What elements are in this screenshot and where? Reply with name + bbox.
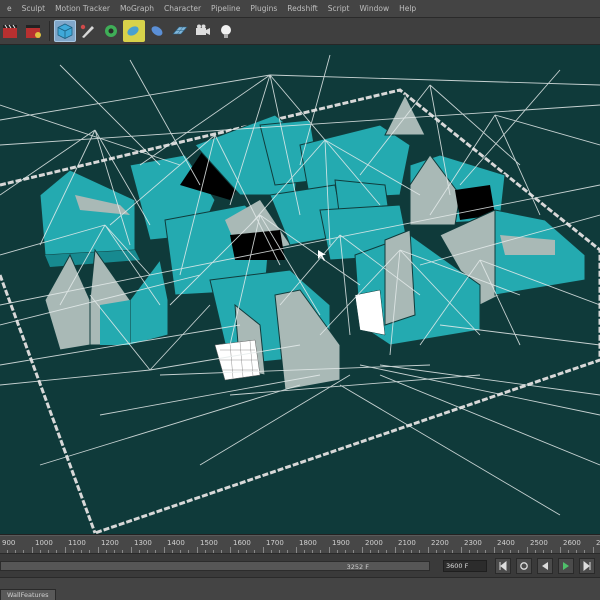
toolbar-separator [49, 21, 50, 41]
ruler-label: 1300 [134, 539, 152, 547]
ruler-label: 2500 [530, 539, 548, 547]
goto-start-icon[interactable] [495, 558, 511, 574]
frame-range-slider[interactable]: 3252 F [0, 561, 430, 571]
ruler-label: 1900 [332, 539, 350, 547]
ruler-label: 1600 [233, 539, 251, 547]
clapper-icon[interactable] [0, 20, 22, 42]
ruler-label: 1800 [299, 539, 317, 547]
playback-bar: 3252 F 3600 F [0, 553, 600, 577]
gear-object-icon[interactable] [100, 20, 122, 42]
play-forward-icon[interactable] [558, 558, 574, 574]
ruler-label: 1500 [200, 539, 218, 547]
light-icon[interactable] [215, 20, 237, 42]
tab-wallfeatures[interactable]: WallFeatures [0, 589, 56, 600]
ruler-label: 1700 [266, 539, 284, 547]
timeline-ruler[interactable]: 900 1000 1100 1200 1300 1400 1500 1600 1700 1800 1… [0, 535, 600, 553]
viewport[interactable] [0, 45, 600, 535]
menu-item-character[interactable]: Character [159, 0, 206, 18]
menu-item-mograph[interactable]: MoGraph [115, 0, 159, 18]
cube-icon[interactable] [54, 20, 76, 42]
menu-item-help[interactable]: Help [394, 0, 421, 18]
play-backward-icon[interactable] [537, 558, 553, 574]
clapper-record-icon[interactable] [23, 20, 45, 42]
deformer-icon[interactable] [123, 20, 145, 42]
goto-end-icon[interactable] [579, 558, 595, 574]
camera-icon[interactable] [192, 20, 214, 42]
loop-icon[interactable] [516, 558, 532, 574]
menu-item-window[interactable]: Window [355, 0, 395, 18]
scene-canvas[interactable] [0, 45, 600, 535]
ruler-label: 900 [2, 539, 16, 547]
ruler-label: 1100 [68, 539, 86, 547]
ruler-label: 2700 [596, 539, 600, 547]
menu-item-e[interactable]: e [2, 0, 17, 18]
ruler-label: 2100 [398, 539, 416, 547]
bottom-tab-bar: WallFeatures [0, 577, 600, 600]
menu-item-script[interactable]: Script [323, 0, 355, 18]
menu-item-plugins[interactable]: Plugins [245, 0, 282, 18]
floor-icon[interactable] [169, 20, 191, 42]
menu-item-redshift[interactable]: Redshift [282, 0, 322, 18]
nurbs-icon[interactable] [146, 20, 168, 42]
ruler-label: 2600 [563, 539, 581, 547]
menu-bar: e Sculpt Motion Tracker MoGraph Character Pip… [0, 0, 600, 18]
ruler-label: 1200 [101, 539, 119, 547]
menu-item-pipeline[interactable]: Pipeline [206, 0, 245, 18]
pen-icon[interactable] [77, 20, 99, 42]
end-frame-field[interactable]: 3600 F [443, 560, 487, 572]
ruler-label: 2000 [365, 539, 383, 547]
range-value: 3252 F [346, 563, 369, 571]
ruler-label: 2200 [431, 539, 449, 547]
menu-item-motion-tracker[interactable]: Motion Tracker [50, 0, 115, 18]
ruler-label: 1000 [35, 539, 53, 547]
menu-item-sculpt[interactable]: Sculpt [17, 0, 50, 18]
ruler-label: 1400 [167, 539, 185, 547]
ruler-label: 2400 [497, 539, 515, 547]
ruler-label: 2300 [464, 539, 482, 547]
toolbar [0, 18, 600, 45]
